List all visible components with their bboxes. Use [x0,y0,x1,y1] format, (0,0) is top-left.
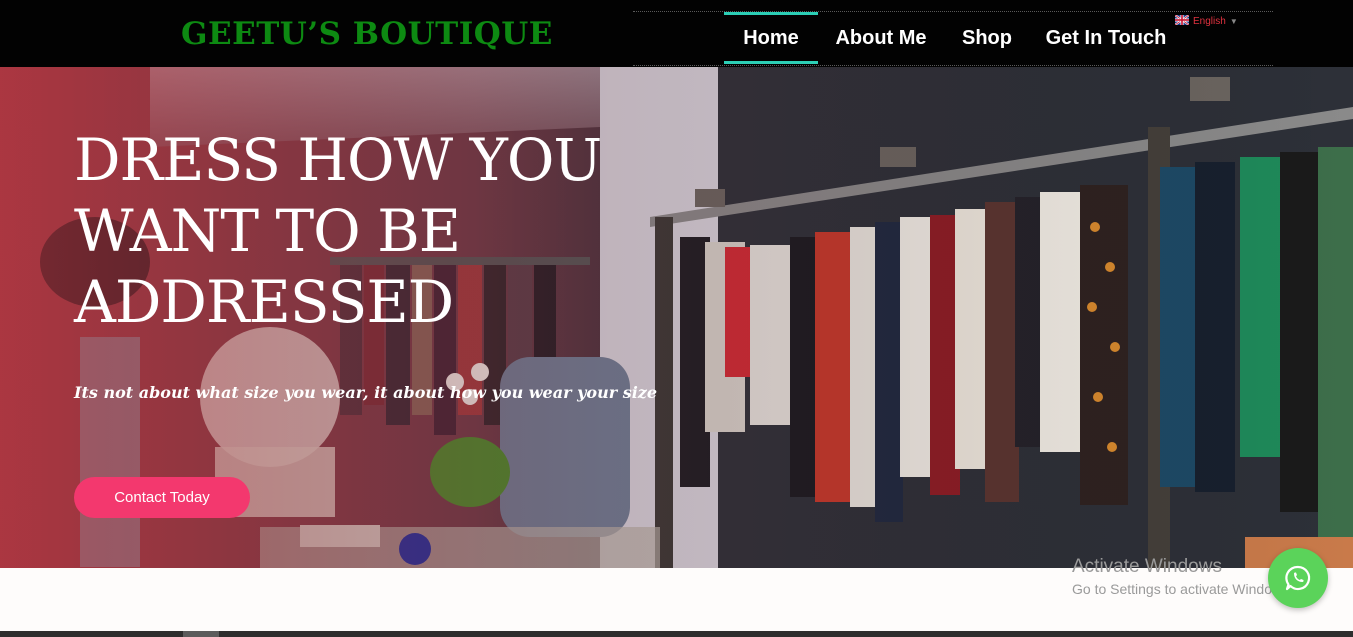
site-header: GEETU’S BOUTIQUE Home About Me Shop Get … [0,0,1353,67]
whatsapp-button[interactable] [1268,548,1328,608]
chevron-down-icon: ▼ [1229,17,1238,26]
language-label: English [1193,16,1226,27]
whatsapp-icon [1285,565,1311,591]
contact-today-button[interactable]: Contact Today [74,477,250,518]
hero-banner: DRESS HOW YOU WANT TO BE ADDRESSED Its n… [0,67,1353,568]
hero-subtitle: Its not about what size you wear, it abo… [74,383,658,402]
nav-shop[interactable]: Shop [956,12,1018,64]
scrollbar-thumb[interactable] [183,631,219,637]
activate-windows-subtitle: Go to Settings to activate Windows. [1072,581,1282,597]
language-selector[interactable]: English ▼ [1175,15,1238,29]
activate-windows-title: Activate Windows [1072,556,1222,577]
uk-flag-icon [1175,15,1189,25]
hero-title: DRESS HOW YOU WANT TO BE ADDRESSED [74,126,602,336]
site-logo[interactable]: GEETU’S BOUTIQUE [181,16,553,52]
nav-about-me[interactable]: About Me [831,12,931,64]
nav-get-in-touch[interactable]: Get In Touch [1043,12,1169,64]
nav-home[interactable]: Home [724,12,818,64]
